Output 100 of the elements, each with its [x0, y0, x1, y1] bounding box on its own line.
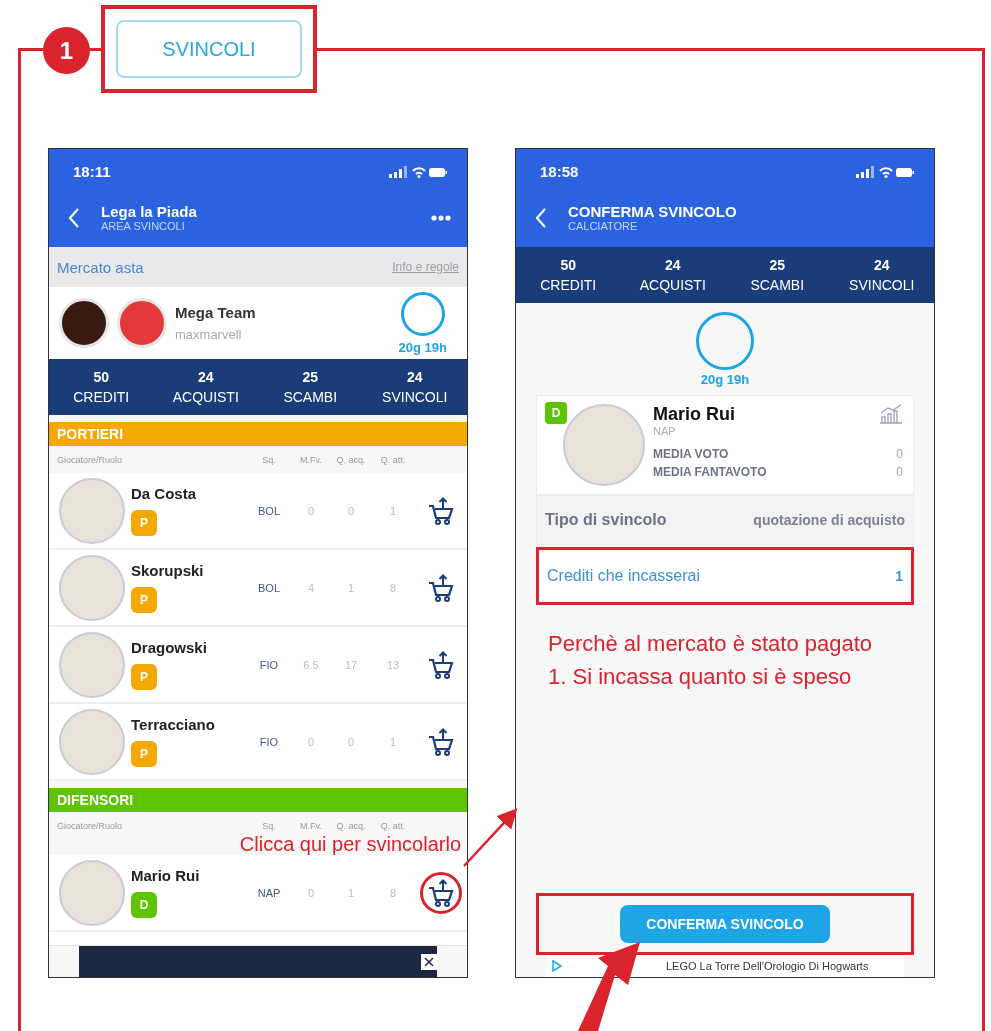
- stat-label: MEDIA FANTAVOTO: [653, 465, 767, 479]
- player-row[interactable]: Mario Rui D NAP 0 1 8: [49, 855, 467, 932]
- timer-text: 20g 19h: [398, 339, 447, 355]
- close-icon: [424, 956, 434, 967]
- player-name: Mario Rui: [653, 404, 735, 425]
- nav-title: CONFERMA SVINCOLO: [568, 203, 738, 220]
- player-name: Skorupski: [131, 562, 204, 579]
- player-row[interactable]: Dragowski P FIO 6.5 17 13: [49, 627, 467, 704]
- column-header: Sq.: [261, 820, 277, 831]
- column-header: Sq.: [261, 454, 277, 465]
- stat-label: SVINCOLI: [849, 277, 915, 293]
- table-cell-text: 1: [346, 581, 356, 594]
- stat-value: 24: [664, 257, 681, 273]
- column-header: M.Fv.: [299, 454, 323, 465]
- table-cell-text: 0: [306, 886, 316, 899]
- nav-title: Lega la Piada: [101, 203, 198, 220]
- table-cell-text: 1: [388, 735, 398, 748]
- stat-value: 24: [197, 369, 214, 385]
- table-cell-text: 0: [306, 735, 316, 748]
- player-name: Mario Rui: [131, 867, 200, 884]
- stat-value: 0: [896, 447, 903, 461]
- stat-value: 24: [406, 369, 423, 385]
- cart-upload-icon: [428, 727, 454, 756]
- stat-value: 0: [896, 465, 903, 479]
- player-name: Da Costa: [131, 485, 197, 502]
- stat-value: 25: [302, 369, 319, 385]
- info-value: quotazione di acquisto: [753, 512, 905, 528]
- column-header: M.Fv.: [299, 820, 323, 831]
- table-cell-text: 0: [346, 504, 356, 517]
- team-logo: [59, 298, 109, 348]
- close-button[interactable]: [421, 953, 437, 970]
- team-code: BOL: [257, 581, 281, 594]
- player-name: Dragowski: [131, 639, 207, 656]
- status-icons: [856, 165, 914, 178]
- status-time: 18:58: [540, 163, 579, 180]
- cart-upload-icon: [428, 496, 454, 525]
- nav-subtitle: CALCIATORE: [568, 220, 639, 232]
- stat-label: SCAMBI: [283, 389, 338, 405]
- info-value: 1: [895, 568, 903, 584]
- table-cell-text: 1: [388, 504, 398, 517]
- nav-subtitle: AREA SVINCOLI: [101, 220, 186, 232]
- table-cell-text: 13: [385, 658, 401, 671]
- team-owner: maxmarvell: [175, 327, 243, 342]
- column-header: Giocatore/Ruolo: [56, 820, 124, 831]
- role-badge: P: [131, 510, 157, 536]
- player-team: NAP: [653, 425, 677, 437]
- player-row[interactable]: Terracciano P FIO 0 0 1: [49, 704, 467, 781]
- release-button[interactable]: [420, 871, 462, 914]
- info-label: Tipo di svincolo: [545, 511, 667, 529]
- group-header: DIFENSORI: [49, 788, 467, 812]
- team-name: Mega Team: [175, 304, 257, 321]
- info-label: Crediti che incasserai: [547, 567, 700, 585]
- section-title: Mercato asta: [57, 258, 144, 276]
- stat-label: CREDITI: [540, 277, 597, 293]
- stat-value: 24: [873, 257, 890, 273]
- column-header: Q. acq.: [335, 820, 367, 831]
- group-header: PORTIERI: [49, 422, 467, 446]
- column-header: Q. att.: [379, 820, 407, 831]
- status-time: 18:11: [73, 163, 111, 180]
- table-cell-text: 1: [346, 886, 356, 899]
- column-header: Q. att.: [379, 454, 407, 465]
- play-icon: [552, 960, 562, 972]
- timer-ring: [696, 311, 754, 370]
- stat-label: ACQUISTI: [639, 277, 706, 293]
- table-cell-text: 0: [346, 735, 356, 748]
- role-badge: P: [131, 664, 157, 690]
- role-badge: D: [131, 892, 157, 918]
- role-badge: D: [545, 402, 567, 424]
- status-icons: [389, 165, 447, 178]
- team-code: FIO: [258, 735, 280, 748]
- role-badge: P: [131, 741, 157, 767]
- timer-ring: [400, 291, 445, 336]
- table-cell-text: 4: [306, 581, 316, 594]
- stat-label: SCAMBI: [750, 277, 805, 293]
- cart-upload-icon: [428, 573, 454, 602]
- player-row[interactable]: Da Costa P BOL 0 0 1: [49, 473, 467, 550]
- player-row[interactable]: Skorupski P BOL 4 1 8: [49, 550, 467, 627]
- table-cell-text: 6.5: [302, 658, 320, 671]
- table-cell-text: 0: [306, 504, 316, 517]
- stat-label: CREDITI: [73, 389, 130, 405]
- column-header: Giocatore/Ruolo: [56, 454, 124, 465]
- step-number: 1: [43, 27, 90, 74]
- stat-value: 50: [93, 369, 110, 385]
- stat-label: SVINCOLI: [382, 389, 448, 405]
- team-code: BOL: [257, 504, 281, 517]
- back-icon[interactable]: [69, 207, 79, 228]
- cart-upload-icon: [428, 650, 454, 679]
- more-icon[interactable]: [431, 214, 451, 221]
- stat-value: 50: [560, 257, 577, 273]
- table-cell-text: 17: [343, 658, 359, 671]
- team-code: NAP: [256, 886, 282, 899]
- back-icon[interactable]: [536, 207, 546, 228]
- stat-label: MEDIA VOTO: [653, 447, 729, 461]
- jersey-logo: [117, 298, 167, 348]
- annotation-text: Perchè al mercato è stato pagato 1. Si incassa quanto si è speso: [548, 630, 874, 691]
- ad-text: LEGO La Torre Dell'Orologio Di Hogwarts: [666, 960, 869, 972]
- annotation-text: Clicca qui per svincolarlo: [239, 833, 461, 856]
- role-badge: P: [131, 587, 157, 613]
- column-header: Q. acq.: [335, 454, 367, 465]
- team-code: FIO: [258, 658, 280, 671]
